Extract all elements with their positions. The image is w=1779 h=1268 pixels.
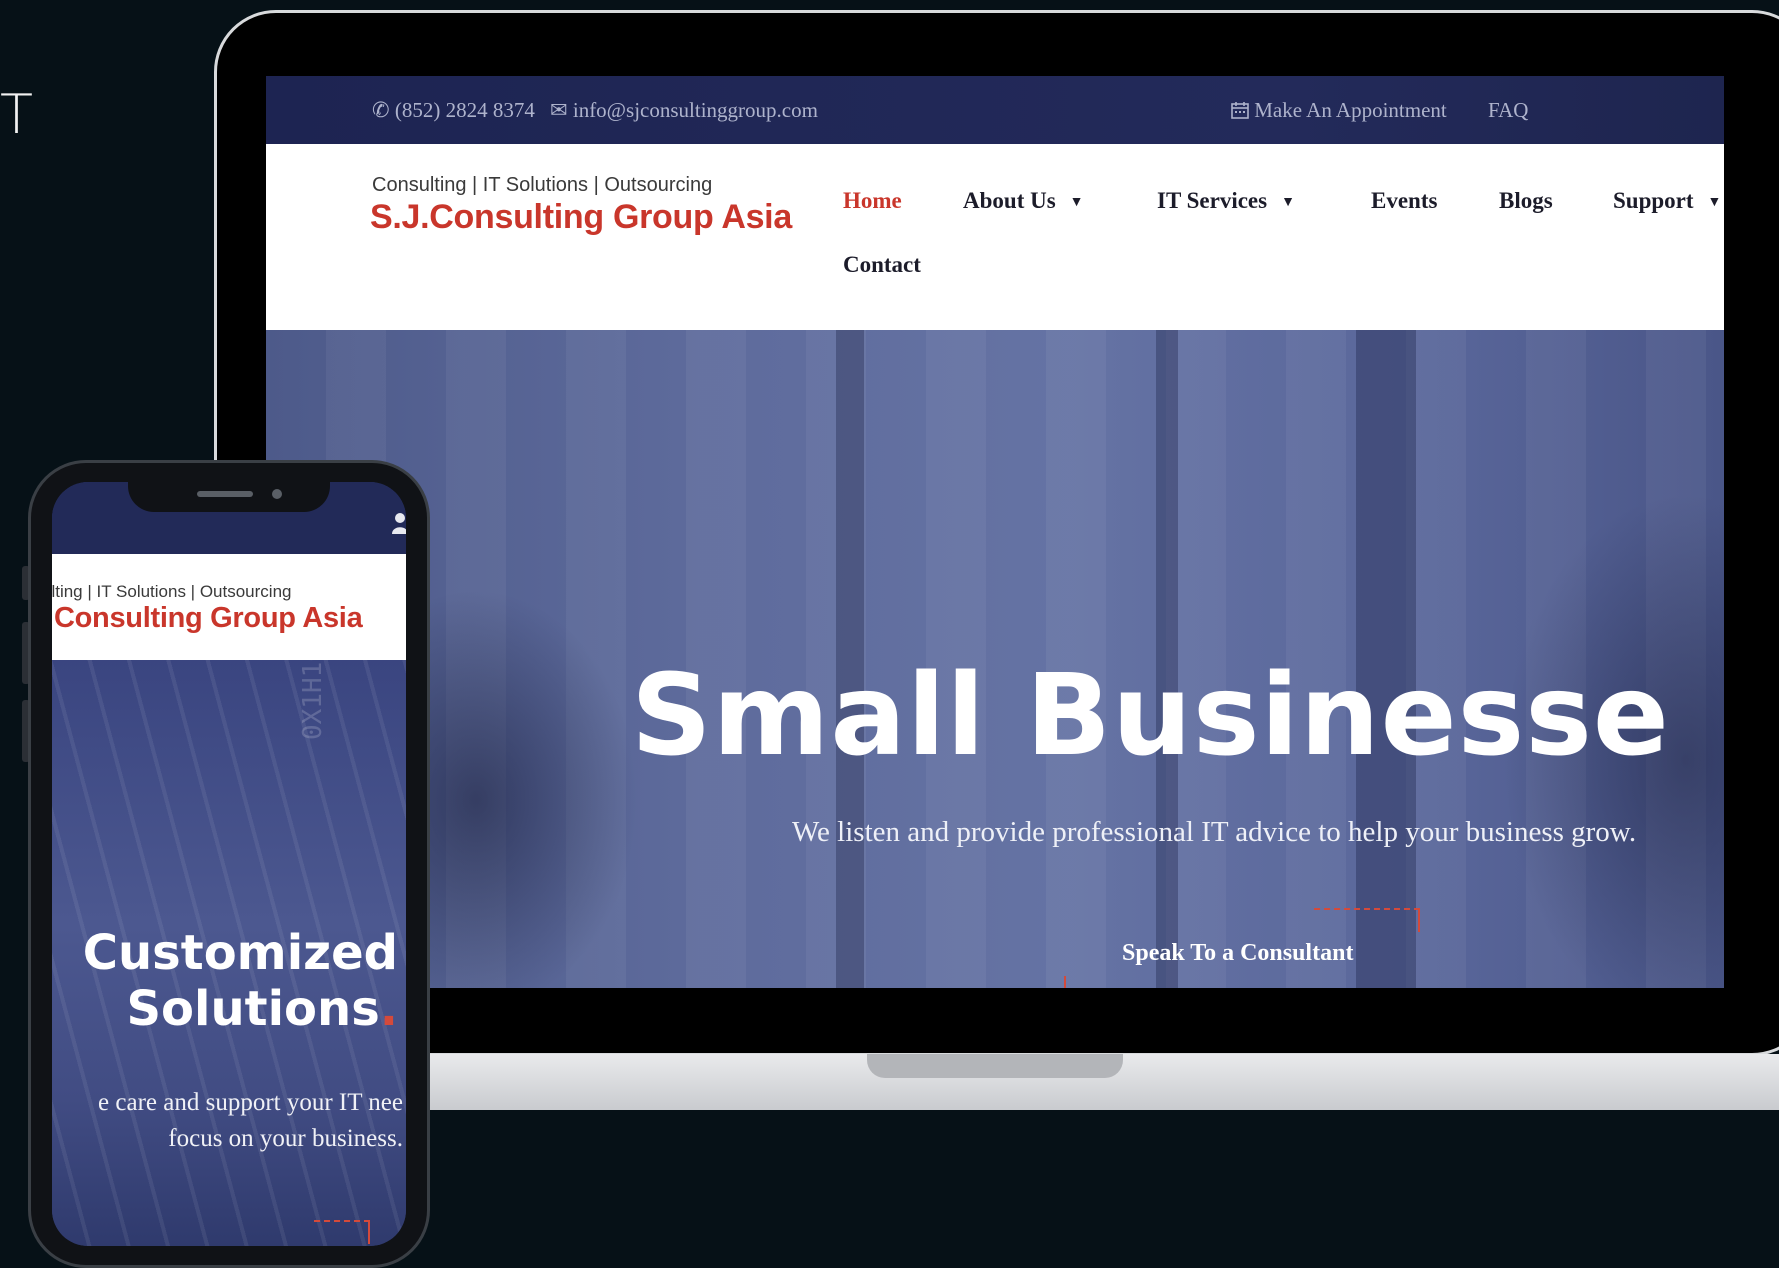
- nav-home[interactable]: Home: [843, 188, 902, 214]
- caret-down-icon: ▼: [1707, 195, 1722, 210]
- phone-speaker: [197, 491, 253, 497]
- mobile-hero-title-dot: .: [379, 981, 398, 1037]
- mobile-hero-title-line1: Customized: [82, 925, 398, 981]
- nav-it-services-label: IT Services: [1157, 188, 1268, 213]
- nav-events[interactable]: Events: [1371, 188, 1437, 214]
- desktop-website: ✆ (852) 2824 8374 ✉ info@sjconsultinggro…: [266, 76, 1724, 988]
- nav-about-us-label: About Us: [963, 188, 1056, 213]
- phone-icon: ✆: [372, 98, 390, 122]
- mobile-hero-banner: 0X1H16000X160,1八 Customized Solutions. e…: [52, 660, 406, 1246]
- appointment-link[interactable]: Make An Appointment: [1231, 98, 1447, 123]
- mobile-hero-subtitle: e care and support your IT nee focus on …: [98, 1085, 403, 1157]
- mobile-logo-tagline: ulting | IT Solutions | Outsourcing: [52, 582, 292, 601]
- nav-it-services[interactable]: IT Services ▼: [1157, 188, 1295, 214]
- email-contact[interactable]: ✉ info@sjconsultinggroup.com: [550, 98, 818, 123]
- cta-decoration: [1314, 908, 1420, 932]
- phone-camera: [272, 489, 282, 499]
- logo-tagline: Consulting | IT Solutions | Outsourcing: [372, 174, 713, 196]
- calendar-icon: [1231, 98, 1254, 122]
- cta-decoration: [1064, 976, 1066, 988]
- mobile-navigation: ulting | IT Solutions | Outsourcing Cons…: [52, 554, 406, 660]
- nav-contact[interactable]: Contact: [843, 252, 921, 278]
- mobile-hero-title: Customized Solutions.: [83, 925, 398, 1037]
- nav-blogs[interactable]: Blogs: [1499, 188, 1553, 214]
- email-address: info@sjconsultinggroup.com: [572, 98, 818, 122]
- background-text: 0X1H16000X160,1八: [292, 660, 329, 740]
- laptop-notch: [867, 1054, 1123, 1078]
- nav-about-us[interactable]: About Us ▼: [963, 188, 1084, 214]
- mobile-logo[interactable]: Consulting Group Asia: [54, 602, 363, 635]
- edge-letter: T: [0, 83, 33, 146]
- caret-down-icon: ▼: [1069, 195, 1084, 210]
- nav-support-label: Support: [1613, 188, 1694, 213]
- mobile-website: ulting | IT Solutions | Outsourcing Cons…: [52, 482, 406, 1246]
- phone-contact[interactable]: ✆ (852) 2824 8374: [372, 98, 535, 123]
- main-navigation: Consulting | IT Solutions | Outsourcing …: [266, 144, 1724, 330]
- caret-down-icon: ▼: [1281, 195, 1295, 210]
- phone-notch: [128, 482, 330, 512]
- user-icon[interactable]: [392, 512, 406, 534]
- top-info-bar: ✆ (852) 2824 8374 ✉ info@sjconsultinggro…: [266, 76, 1724, 144]
- phone-number: (852) 2824 8374: [394, 98, 535, 122]
- hero-subtitle: We listen and provide professional IT ad…: [792, 816, 1637, 848]
- cta-decoration: [314, 1220, 370, 1244]
- faq-link[interactable]: FAQ: [1488, 98, 1528, 123]
- logo[interactable]: S.J.Consulting Group Asia: [370, 198, 792, 237]
- mail-icon: ✉: [550, 98, 568, 122]
- mobile-hero-subtitle-line2: focus on your business.: [168, 1125, 403, 1152]
- appointment-label: Make An Appointment: [1254, 98, 1447, 122]
- speak-to-consultant-button[interactable]: Speak To a Consultant: [1122, 940, 1353, 967]
- hero-title: Small Businesse: [631, 651, 1670, 781]
- nav-support[interactable]: Support ▼: [1613, 188, 1721, 214]
- hero-banner: Small Businesse We listen and provide pr…: [266, 330, 1724, 988]
- mobile-hero-subtitle-line1: e care and support your IT nee: [98, 1089, 403, 1116]
- mobile-hero-title-line2: Solutions: [126, 981, 380, 1037]
